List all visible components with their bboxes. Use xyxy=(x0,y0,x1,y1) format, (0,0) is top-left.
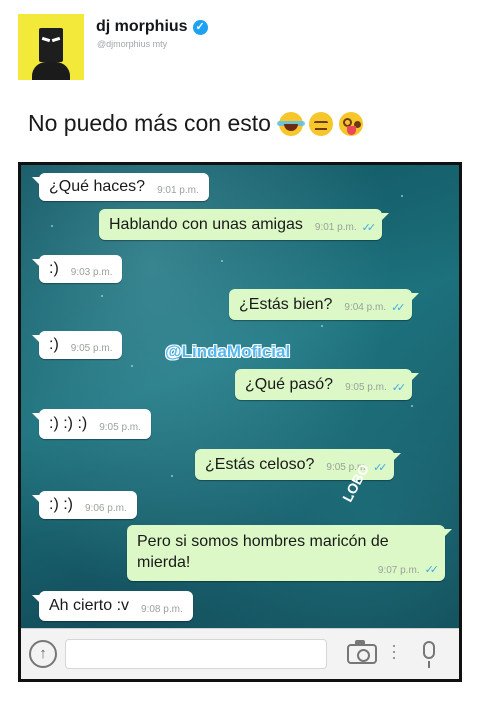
message-time: 9:01 p.m. xyxy=(157,184,199,196)
watermark-text: @LindaMoficial xyxy=(165,342,291,361)
more-vertical-icon[interactable]: · · · xyxy=(391,636,397,666)
message-text: :) :) :) xyxy=(49,415,88,432)
message-text: ¿Estás celoso? xyxy=(205,455,315,473)
message-outgoing[interactable]: ¿Estás bien? 9:04 p.m. ✓✓ xyxy=(229,289,419,320)
message-time: 9:01 p.m. xyxy=(314,222,357,233)
message-text: ¿Estás bien? xyxy=(239,295,333,313)
message-text: ¿Qué pasó? xyxy=(245,375,334,393)
message-outgoing[interactable]: Hablando con unas amigas 9:01 p.m. ✓✓ xyxy=(99,209,390,240)
zany-face-icon xyxy=(338,111,363,136)
user-name[interactable]: dj morphius xyxy=(96,18,188,36)
message-time: 9:05 p.m. xyxy=(99,421,141,433)
microphone-icon[interactable] xyxy=(423,641,435,668)
read-ticks-icon: ✓✓ xyxy=(373,461,388,474)
avatar-figure xyxy=(32,62,70,80)
message-incoming[interactable]: :) 9:05 p.m. xyxy=(31,331,123,359)
read-ticks-icon: ✓✓ xyxy=(391,301,406,314)
message-incoming[interactable]: :) :) :) 9:05 p.m. xyxy=(32,409,151,439)
pensive-face-icon xyxy=(308,111,333,136)
message-text: :) :) xyxy=(49,496,73,513)
message-time: 9:03 p.m. xyxy=(70,266,113,278)
message-time: 9:06 p.m. xyxy=(85,502,127,514)
user-handle: @djmorphius mty xyxy=(97,39,168,49)
message-input[interactable] xyxy=(65,639,327,669)
message-outgoing[interactable]: ¿Qué pasó? 9:05 p.m. ✓✓ xyxy=(235,369,420,400)
message-incoming[interactable]: Ah cierto :v 9:08 p.m. xyxy=(32,591,193,621)
message-incoming[interactable]: :) :) 9:06 p.m. xyxy=(32,491,137,519)
chat-screenshot[interactable]: ¿Qué haces? 9:01 p.m. Hablando con unas … xyxy=(18,162,462,682)
message-text: Ah cierto :v xyxy=(49,597,130,614)
message-text: ¿Qué haces? xyxy=(49,178,146,195)
message-text: Hablando con unas amigas xyxy=(109,215,303,233)
verified-badge-icon: ✓ xyxy=(192,19,208,35)
avatar[interactable] xyxy=(18,14,84,80)
message-time: 9:05 p.m. xyxy=(70,342,113,354)
read-ticks-icon: ✓✓ xyxy=(391,381,407,394)
message-time: 9:04 p.m. xyxy=(344,302,387,313)
message-input-bar: ↑ · · · xyxy=(21,628,459,679)
message-time: 9:07 p.m. xyxy=(377,564,420,576)
face-with-tears-of-joy-icon xyxy=(276,111,305,136)
read-ticks-icon: ✓✓ xyxy=(361,221,377,234)
message-incoming[interactable]: :) 9:03 p.m. xyxy=(31,255,123,283)
message-text: :) xyxy=(49,336,59,353)
message-outgoing[interactable]: Pero si somos hombres maricón de mierda!… xyxy=(127,525,452,581)
tweet-text: No puedo más con esto xyxy=(28,110,363,137)
tweet-text-content: No puedo más con esto xyxy=(28,110,271,136)
message-text: :) xyxy=(49,260,59,277)
avatar-mask xyxy=(39,28,63,62)
message-time: 9:08 p.m. xyxy=(141,603,183,615)
read-ticks-icon: ✓✓ xyxy=(424,564,440,576)
message-time: 9:05 p.m. xyxy=(345,382,387,393)
upload-arrow-icon[interactable]: ↑ xyxy=(29,640,57,668)
user-name-row[interactable]: dj morphius ✓ xyxy=(96,18,208,36)
message-text: Pero si somos hombres maricón de mierda! xyxy=(137,533,389,571)
camera-icon[interactable] xyxy=(347,640,377,664)
message-incoming[interactable]: ¿Qué haces? 9:01 p.m. xyxy=(32,173,209,201)
